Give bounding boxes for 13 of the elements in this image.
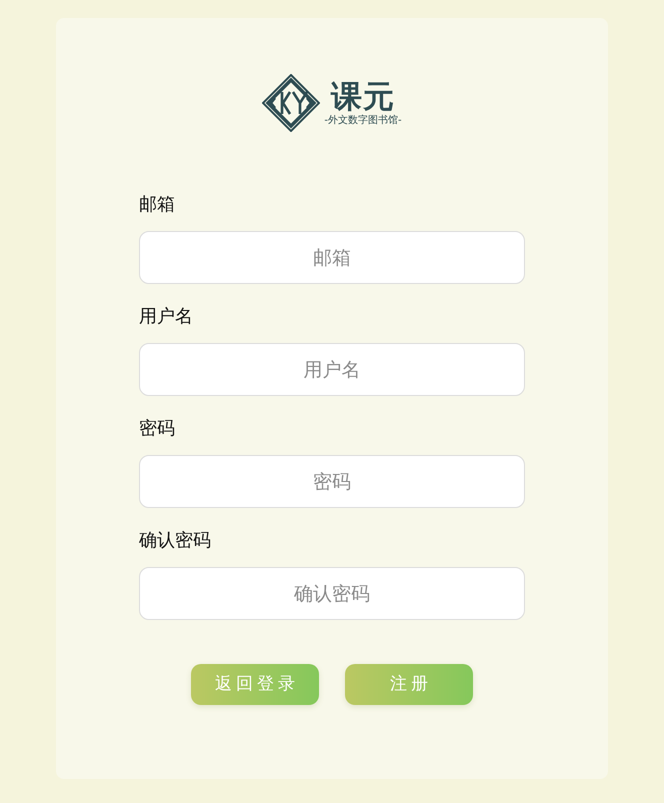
field-label: 确认密码 (139, 529, 212, 553)
input-field[interactable]: 用户名 (139, 343, 525, 396)
input-field[interactable]: 密码 (139, 455, 525, 508)
brand-name: 课元 (331, 79, 395, 115)
back-to-login-button[interactable]: 返回登录 (191, 664, 319, 705)
diamond-logo-icon (262, 74, 320, 132)
field-label: 密码 (139, 417, 176, 441)
register-button[interactable]: 注册 (345, 664, 473, 705)
field-label: 用户名 (139, 305, 194, 329)
input-field[interactable]: 确认密码 (139, 567, 525, 620)
field-label: 邮箱 (139, 193, 176, 217)
tagline: -外文数字图书馆- (324, 115, 402, 127)
input-field[interactable]: 邮箱 (139, 231, 525, 284)
